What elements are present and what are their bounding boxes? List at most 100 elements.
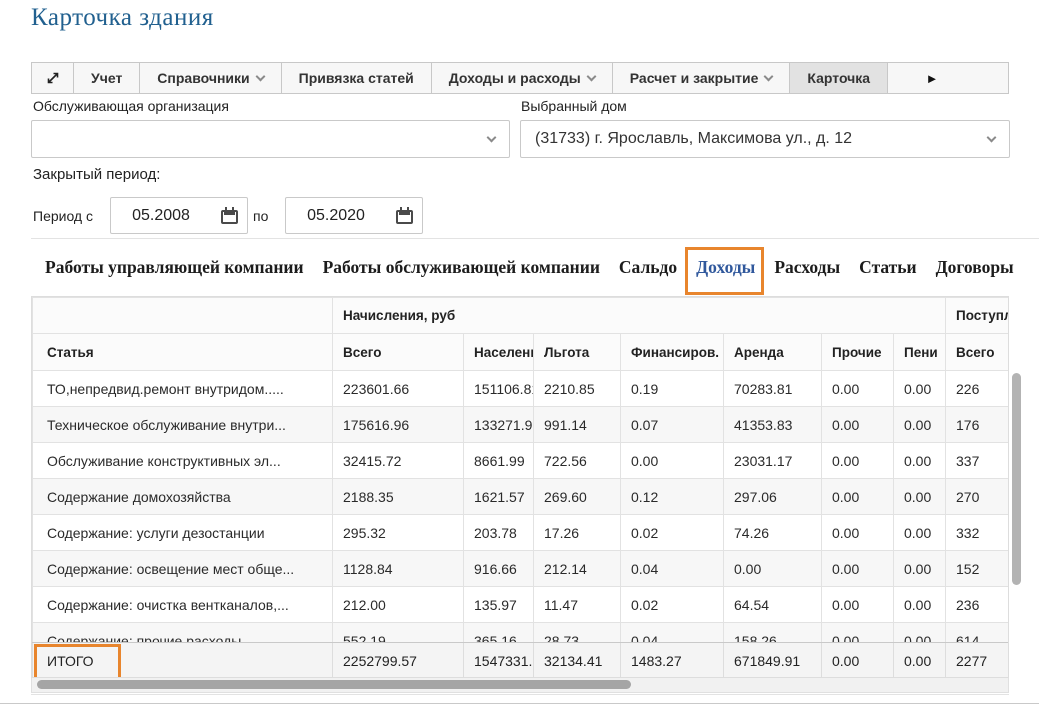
value-cell: 0.07 xyxy=(621,407,724,443)
value-cell: 8661.99 xyxy=(464,443,534,479)
period-to-input[interactable]: 05.2020 xyxy=(285,197,423,234)
horizontal-scrollbar-thumb[interactable] xyxy=(37,680,631,689)
table-row[interactable]: Содержание: услуги дезостанции295.32203.… xyxy=(33,515,1010,551)
house-label: Выбранный дом xyxy=(521,98,627,114)
value-cell: 0.00 xyxy=(822,587,894,623)
value-cell: 0.00 xyxy=(621,443,724,479)
table-row[interactable]: Содержание: освещение мест обще...1128.8… xyxy=(33,551,1010,587)
table-row[interactable]: ТО,непредвид.ремонт внутридом.....223601… xyxy=(33,371,1010,407)
value-cell: 337 xyxy=(946,443,1010,479)
value-cell: 0.00 xyxy=(894,443,946,479)
value-cell: 226 xyxy=(946,371,1010,407)
period-from-input[interactable]: 05.2008 xyxy=(110,197,248,234)
value-cell: 0.00 xyxy=(894,479,946,515)
value-cell: 0.04 xyxy=(621,551,724,587)
toolbar-button-expand[interactable] xyxy=(32,63,74,93)
toolbar-button-label: Расчет и закрытие xyxy=(630,70,759,86)
article-cell: Содержание: услуги дезостанции xyxy=(33,515,333,551)
toolbar-button-dohody-i-rashody[interactable]: Доходы и расходы xyxy=(432,63,613,93)
column-header-row: СтатьяВсегоНаселениеЛьготаФинансиров.Аре… xyxy=(33,334,1010,371)
toolbar-button-spravochniki[interactable]: Справочники xyxy=(140,63,281,93)
value-cell: 17.26 xyxy=(534,515,621,551)
toolbar-button-kartochka[interactable]: Карточка xyxy=(790,63,888,93)
column-header-5: Аренда xyxy=(724,334,822,371)
value-cell: 133271.92 xyxy=(464,407,534,443)
column-header-2: Население xyxy=(464,334,534,371)
tab-raboty-obsluzhivayushchey[interactable]: Работы обслуживающей компании xyxy=(323,255,600,280)
toolbar: Учет Справочники Привязка статейДоходы и р… xyxy=(31,62,1009,94)
totals-label-cell: ИТОГО xyxy=(33,643,333,678)
value-cell: 23031.17 xyxy=(724,443,822,479)
totals-value-cell: 0.00 xyxy=(822,643,894,678)
totals-value-cell: 0.00 xyxy=(894,643,946,678)
column-header-3: Льгота xyxy=(534,334,621,371)
table-head: Начисления, рубПоступления, рубСтатьяВсе… xyxy=(33,298,1010,371)
value-cell: 32415.72 xyxy=(333,443,464,479)
totals-value-cell: 671849.91 xyxy=(724,643,822,678)
value-cell: 297.06 xyxy=(724,479,822,515)
value-cell: 0.00 xyxy=(894,407,946,443)
value-cell: 0.00 xyxy=(894,515,946,551)
totals-value-cell: 2252799.57 xyxy=(333,643,464,678)
chevron-down-icon xyxy=(987,132,997,142)
value-cell: 0.00 xyxy=(894,551,946,587)
value-cell: 0.02 xyxy=(621,587,724,623)
toolbar-button-next[interactable]: ► xyxy=(888,63,976,93)
table-row[interactable]: Обслуживание конструктивных эл...32415.7… xyxy=(33,443,1010,479)
panel-bottom-border xyxy=(31,694,1009,695)
tab-stati[interactable]: Статьи xyxy=(859,255,916,280)
chevron-down-icon xyxy=(487,132,497,142)
article-cell: Содержание: освещение мест обще... xyxy=(33,551,333,587)
value-cell: 332 xyxy=(946,515,1010,551)
value-cell: 0.00 xyxy=(822,407,894,443)
column-header-4: Финансиров. xyxy=(621,334,724,371)
calendar-icon xyxy=(221,210,238,224)
value-cell: 0.19 xyxy=(621,371,724,407)
value-cell: 0.00 xyxy=(822,479,894,515)
value-cell: 269.60 xyxy=(534,479,621,515)
page-title: Карточка здания xyxy=(31,4,214,32)
toolbar-button-raschet-i-zakrytie[interactable]: Расчет и закрытие xyxy=(613,63,791,93)
totals-grid: ИТОГО2252799.571547331.9832134.411483.27… xyxy=(32,643,1009,678)
tab-raboty-upravlyayushchey[interactable]: Работы управляющей компании xyxy=(45,255,304,280)
value-cell: 212.00 xyxy=(333,587,464,623)
table-row[interactable]: Техническое обслуживание внутри...175616… xyxy=(33,407,1010,443)
chevron-down-icon xyxy=(255,71,265,81)
value-cell: 203.78 xyxy=(464,515,534,551)
toolbar-button-label: Справочники xyxy=(157,70,249,86)
table-row[interactable]: Содержание домохозяйства2188.351621.5726… xyxy=(33,479,1010,515)
tab-saldo[interactable]: Сальдо xyxy=(619,255,677,280)
value-cell: 0.00 xyxy=(724,551,822,587)
value-cell: 991.14 xyxy=(534,407,621,443)
period-to-label: по xyxy=(253,208,268,224)
article-cell: Обслуживание конструктивных эл... xyxy=(33,443,333,479)
house-select[interactable]: (31733) г. Ярославль, Максимова ул., д. … xyxy=(520,120,1010,158)
tab-dohody[interactable]: Доходы xyxy=(696,255,755,280)
value-cell: 2188.35 xyxy=(333,479,464,515)
totals-value-cell: 2277 xyxy=(946,643,1010,678)
value-cell: 64.54 xyxy=(724,587,822,623)
column-header-7: Пени xyxy=(894,334,946,371)
value-cell: 0.00 xyxy=(822,443,894,479)
calendar-button[interactable] xyxy=(211,198,247,233)
org-select[interactable] xyxy=(31,120,510,158)
toolbar-button-label: Учет xyxy=(91,70,122,86)
group-header-0 xyxy=(33,298,333,334)
column-header-6: Прочие xyxy=(822,334,894,371)
table-row[interactable]: Содержание: очистка вентканалов,...212.0… xyxy=(33,587,1010,623)
building-card-panel: Работы управляющей компании Работы обслуж… xyxy=(31,238,1039,696)
tab-dogovory[interactable]: Договоры xyxy=(936,255,1014,280)
calendar-button[interactable] xyxy=(386,198,422,233)
article-cell: Содержание домохозяйства xyxy=(33,479,333,515)
value-cell: 1621.57 xyxy=(464,479,534,515)
toolbar-button-uchet[interactable]: Учет xyxy=(74,63,140,93)
vertical-scrollbar-thumb[interactable] xyxy=(1012,373,1021,585)
toolbar-button-privyazka-statey[interactable]: Привязка статей xyxy=(282,63,432,93)
value-cell: 0.00 xyxy=(822,371,894,407)
play-icon: ► xyxy=(926,71,939,86)
table-body: ТО,непредвид.ремонт внутридом.....223601… xyxy=(33,371,1010,659)
tab-rashody[interactable]: Расходы xyxy=(774,255,840,280)
value-cell: 722.56 xyxy=(534,443,621,479)
value-cell: 270 xyxy=(946,479,1010,515)
horizontal-scrollbar[interactable] xyxy=(31,678,1009,693)
